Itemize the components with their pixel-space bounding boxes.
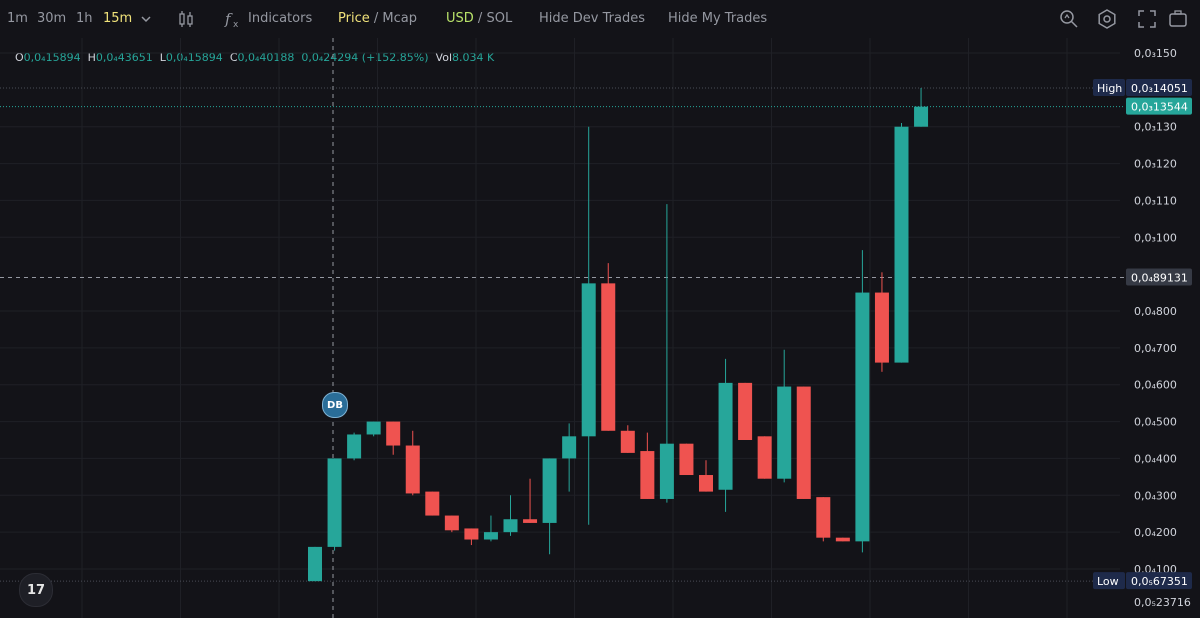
candle-body — [914, 106, 929, 127]
candle-body — [444, 515, 459, 531]
candle-body — [835, 537, 850, 542]
candle-body — [659, 443, 674, 499]
candle-body — [308, 546, 322, 582]
candle-body — [464, 528, 479, 540]
usd-option[interactable]: USD — [446, 11, 474, 26]
hide-my-trades-button[interactable]: Hide My Trades — [668, 11, 767, 26]
candle-body — [855, 292, 870, 542]
candle-body — [347, 434, 362, 459]
candle-body — [581, 283, 596, 437]
candle-body — [679, 443, 694, 476]
currency-separator: / — [477, 11, 483, 26]
candle-body — [738, 382, 753, 440]
candle-body — [425, 491, 440, 516]
candle-body — [777, 386, 792, 479]
candle-body — [894, 126, 909, 363]
candle-body — [601, 283, 616, 431]
candle-body — [405, 445, 420, 494]
y-tick-label: 0,0₄800 — [1134, 305, 1177, 318]
y-tick-label: 0,0₃100 — [1134, 231, 1177, 244]
y-tick-label: 0,0₃150 — [1134, 47, 1177, 60]
chevron-down-icon[interactable] — [138, 9, 154, 29]
candle-body — [562, 436, 577, 459]
y-tick-label: 0,0₄300 — [1134, 489, 1177, 502]
y-tick-label: 0,0₄500 — [1134, 416, 1177, 429]
y-tick-label: 0,0₄600 — [1134, 379, 1177, 392]
dev-buy-marker[interactable]: DB — [322, 392, 348, 418]
fullscreen-icon[interactable] — [1136, 8, 1158, 30]
candle-body — [699, 475, 713, 492]
price-tag-value: 0,0₃14051 — [1131, 82, 1188, 95]
candle-body — [874, 292, 889, 363]
price-tag-value: 0,0₃13544 — [1131, 101, 1188, 114]
sol-option[interactable]: SOL — [486, 11, 512, 26]
y-tick-label: 0,0₅23716 — [1134, 596, 1191, 609]
y-tick-label: 0,0₄400 — [1134, 452, 1177, 465]
currency-toggle[interactable]: USD / SOL — [446, 11, 512, 26]
indicators-button[interactable]: Indicators — [248, 11, 312, 26]
price-option[interactable]: Price — [338, 11, 370, 26]
toggle-separator: / — [373, 11, 379, 26]
zoom-search-icon[interactable] — [1058, 8, 1080, 30]
tradingview-logo[interactable]: 17 — [19, 573, 53, 607]
price-mcap-toggle[interactable]: Price / Mcap — [338, 11, 417, 26]
y-tick-label: 0,0₃130 — [1134, 121, 1177, 134]
candlestick-chart[interactable]: 0,0₃150 0,0₃130 0,0₃120 0,0₃110 0,0₃100 0,0₄8… — [0, 38, 1200, 618]
candle-body — [327, 458, 342, 547]
candle-body — [816, 497, 831, 538]
timeframe-1m[interactable]: 1m — [7, 11, 28, 26]
candles-icon[interactable] — [175, 8, 197, 30]
candle-body — [523, 519, 538, 523]
price-tag-value: 0,0₅67351 — [1131, 575, 1188, 588]
candle-body — [796, 386, 811, 499]
settings-gear-icon[interactable] — [1096, 8, 1118, 30]
candle-body — [620, 430, 635, 453]
mcap-option[interactable]: Mcap — [382, 11, 417, 26]
svg-text:f: f — [224, 10, 233, 28]
price-tag-label: High — [1097, 82, 1122, 95]
price-tag-label: Low — [1097, 575, 1119, 588]
candle-body — [542, 458, 557, 523]
y-tick-label: 0,0₃120 — [1134, 158, 1177, 171]
candle-body — [757, 436, 772, 479]
candle-body — [718, 382, 733, 490]
timeframe-15m[interactable]: 15m — [103, 11, 132, 26]
timeframe-1h[interactable]: 1h — [76, 11, 93, 26]
chart-toolbar: 1m 30m 1h 15m f x Indicators Price / Mca… — [0, 0, 1200, 38]
candle-body — [483, 532, 498, 540]
indicators-icon[interactable]: f x — [222, 8, 244, 30]
candle-body — [503, 519, 518, 533]
candle-body — [386, 421, 401, 446]
price-tag-value: 0,0₄89131 — [1131, 271, 1188, 284]
candle-body — [640, 451, 655, 499]
timeframe-30m[interactable]: 30m — [37, 11, 66, 26]
y-tick-label: 0,0₄200 — [1134, 526, 1177, 539]
svg-text:x: x — [233, 20, 239, 30]
y-tick-label: 0,0₄700 — [1134, 342, 1177, 355]
screenshot-camera-icon[interactable] — [1167, 8, 1189, 30]
hide-dev-trades-button[interactable]: Hide Dev Trades — [539, 11, 645, 26]
y-tick-label: 0,0₃110 — [1134, 194, 1177, 207]
candle-body — [366, 421, 381, 435]
